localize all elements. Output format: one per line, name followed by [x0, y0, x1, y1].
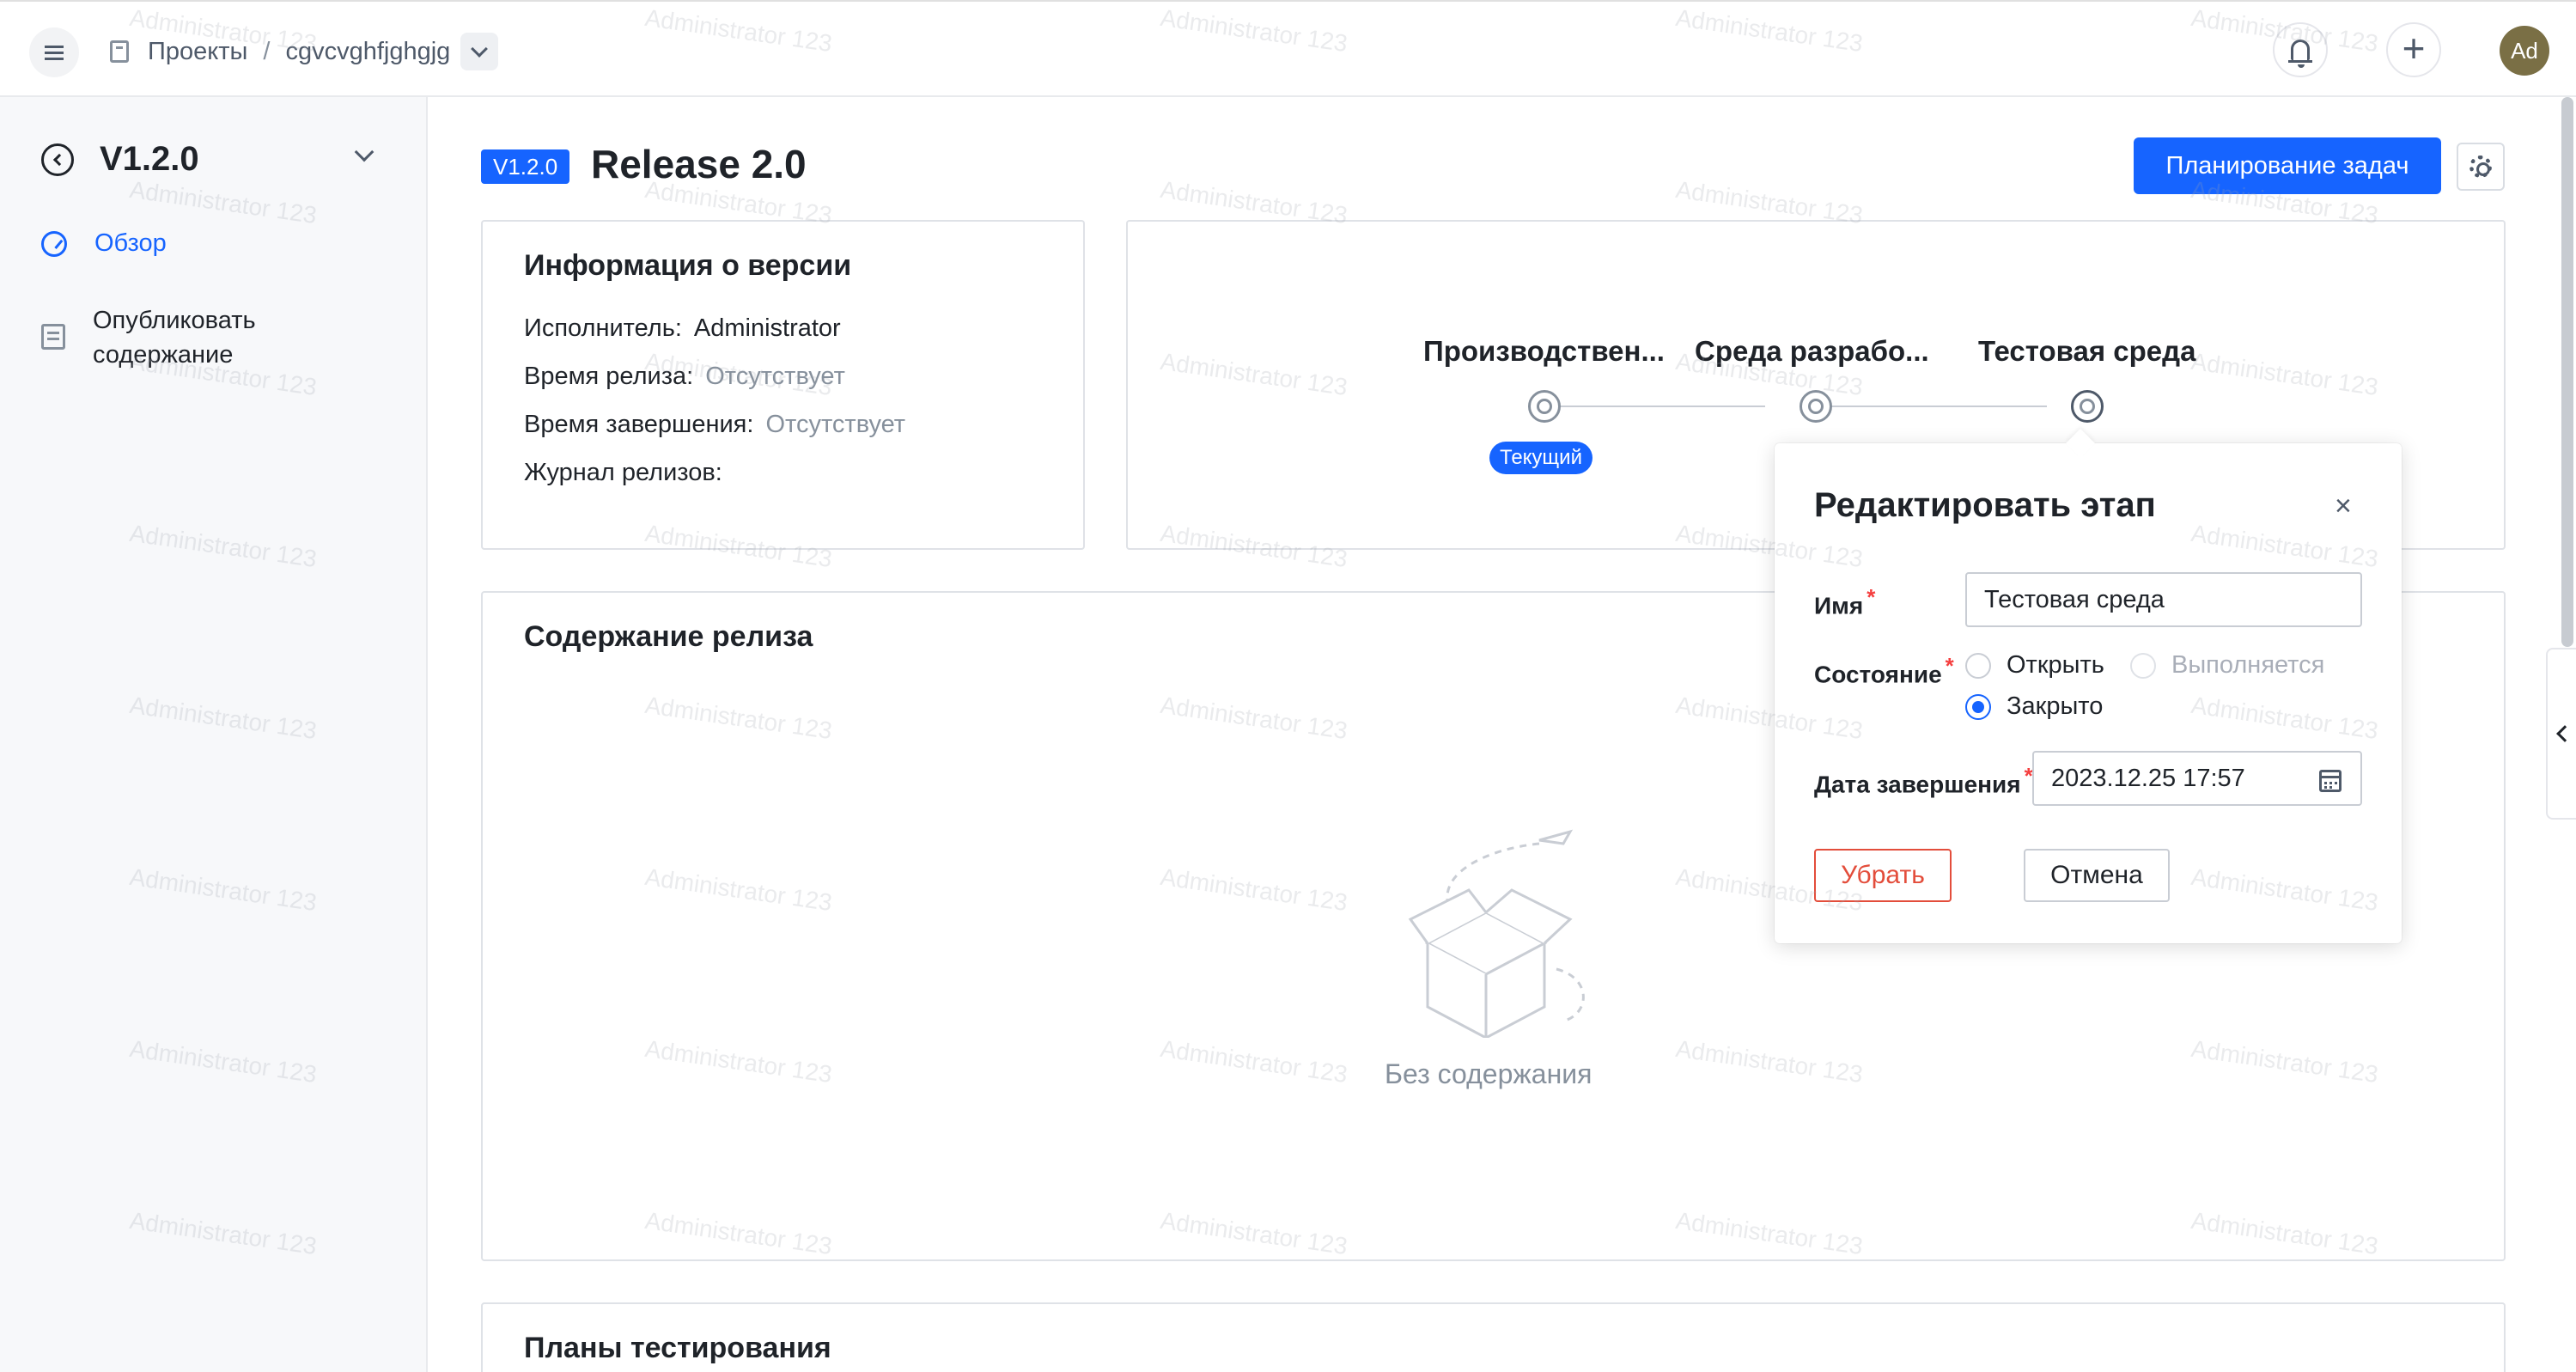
stage-connector	[1533, 406, 1765, 407]
create-button[interactable]: +	[2386, 22, 2441, 77]
info-row-release-log: Журнал релизов:	[524, 459, 734, 487]
radio-circle	[2130, 652, 2156, 679]
cancel-button[interactable]: Отмена	[2024, 849, 2170, 902]
stage-dot[interactable]	[1528, 390, 1561, 423]
state-label: Состояние *	[1814, 653, 1954, 688]
info-value: Administrator	[693, 314, 841, 342]
state-label-text: Состояние	[1814, 661, 1942, 688]
menu-button[interactable]	[29, 27, 79, 77]
radio-label: Открыть	[2007, 651, 2104, 679]
hamburger-icon	[45, 45, 64, 60]
close-icon[interactable]: ×	[2335, 491, 2352, 521]
gear-icon	[2469, 155, 2492, 178]
sidebar-item-overview[interactable]: Обзор	[41, 226, 167, 260]
chevron-down-icon	[354, 142, 375, 162]
project-dropdown-button[interactable]	[460, 33, 499, 70]
card-title: Информация о версии	[524, 249, 852, 282]
chevron-left-icon	[2555, 725, 2573, 742]
chevron-down-icon	[471, 40, 489, 58]
stage-label[interactable]: Производствен...	[1423, 335, 1665, 368]
version-dropdown-button[interactable]	[354, 142, 375, 162]
stage-dot-selected[interactable]	[2071, 390, 2104, 423]
info-row-finish-time: Время завершения: Отсутствует	[524, 411, 905, 439]
name-label: Имя *	[1814, 584, 1875, 619]
info-value: Отсутствует	[765, 411, 906, 438]
stage-label[interactable]: Среда разрабо...	[1695, 335, 1929, 368]
popover-title: Редактировать этап	[1814, 486, 2156, 524]
radio-circle	[1965, 693, 1991, 720]
radio-circle	[1965, 652, 1991, 679]
info-label: Исполнитель:	[524, 314, 682, 342]
card-title: Планы тестирования	[524, 1332, 831, 1364]
info-label: Время релиза:	[524, 363, 694, 390]
plus-icon: +	[2402, 26, 2426, 70]
breadcrumb-project[interactable]: cgvcvghfjghgjg	[285, 38, 450, 66]
project-icon	[110, 40, 129, 63]
finish-date-input[interactable]: 2023.12.25 17:57	[2032, 751, 2362, 806]
version-badge: V1.2.0	[481, 149, 570, 184]
scrollbar[interactable]	[2561, 97, 2573, 647]
chevron-left-icon	[52, 153, 66, 167]
gauge-icon	[41, 231, 67, 257]
finish-date-label: Дата завершения *	[1814, 763, 2033, 798]
finish-date-label-text: Дата завершения	[1814, 771, 2021, 798]
task-planning-button[interactable]: Планирование задач	[2134, 137, 2441, 194]
info-label: Журнал релизов:	[524, 459, 722, 486]
breadcrumb-projects[interactable]: Проекты	[148, 38, 247, 66]
bell-icon	[2288, 40, 2312, 68]
radio-label: Выполняется	[2171, 651, 2325, 679]
avatar[interactable]: Ad	[2500, 26, 2549, 76]
required-mark: *	[1945, 653, 1954, 679]
radio-open[interactable]: Открыть	[1965, 651, 2104, 680]
stage-label[interactable]: Тестовая среда	[1978, 335, 2195, 368]
edit-stage-popover: Редактировать этап × Имя * Тестовая среда…	[1775, 429, 2402, 943]
breadcrumb: Проекты / cgvcvghfjghgjg	[110, 33, 499, 70]
page-title: Release 2.0	[591, 142, 807, 186]
sidebar-item-publish-content[interactable]: Опубликовать содержание	[41, 303, 256, 372]
sidebar: V1.2.0 Обзор Опубликовать содержание	[0, 97, 428, 1372]
remove-button[interactable]: Убрать	[1814, 849, 1952, 902]
top-bar: Проекты / cgvcvghfjghgjg + Ad	[0, 0, 2576, 97]
breadcrumb-separator: /	[263, 37, 271, 65]
stage-connector	[1805, 406, 2047, 407]
sidebar-item-label: Обзор	[94, 229, 167, 257]
current-stage-tag: Текущий	[1489, 442, 1592, 474]
notifications-button[interactable]	[2273, 22, 2328, 77]
radio-label: Закрыто	[2007, 692, 2104, 720]
stage-dot[interactable]	[1800, 390, 1832, 423]
card-title: Содержание релиза	[524, 620, 813, 653]
empty-state-text: Без содержания	[1385, 1058, 1592, 1089]
name-input[interactable]: Тестовая среда	[1965, 572, 2362, 627]
sidebar-item-label: Опубликовать содержание	[93, 307, 256, 369]
side-panel-toggle[interactable]	[2546, 648, 2576, 820]
back-button[interactable]	[41, 143, 74, 176]
confirm-button[interactable]: Утвердить	[2183, 849, 2362, 902]
required-mark: *	[1867, 584, 1876, 610]
sidebar-version-title: V1.2.0	[100, 140, 199, 178]
radio-in-progress: Выполняется	[2130, 651, 2324, 680]
info-row-assignee: Исполнитель: Administrator	[524, 314, 841, 343]
calendar-icon[interactable]	[2319, 770, 2342, 792]
info-value: Отсутствует	[705, 363, 845, 390]
version-info-card: Информация о версии Исполнитель: Administ…	[481, 220, 1085, 550]
settings-button[interactable]	[2457, 143, 2505, 191]
test-plans-card: Планы тестирования	[481, 1302, 2506, 1372]
radio-closed[interactable]: Закрыто	[1965, 692, 2103, 721]
name-label-text: Имя	[1814, 592, 1864, 619]
info-label: Время завершения:	[524, 411, 754, 438]
finish-date-value: 2023.12.25 17:57	[2051, 764, 2245, 792]
empty-box-illustration	[1408, 829, 1585, 1038]
list-icon	[41, 324, 65, 350]
info-row-release-time: Время релиза: Отсутствует	[524, 363, 845, 391]
